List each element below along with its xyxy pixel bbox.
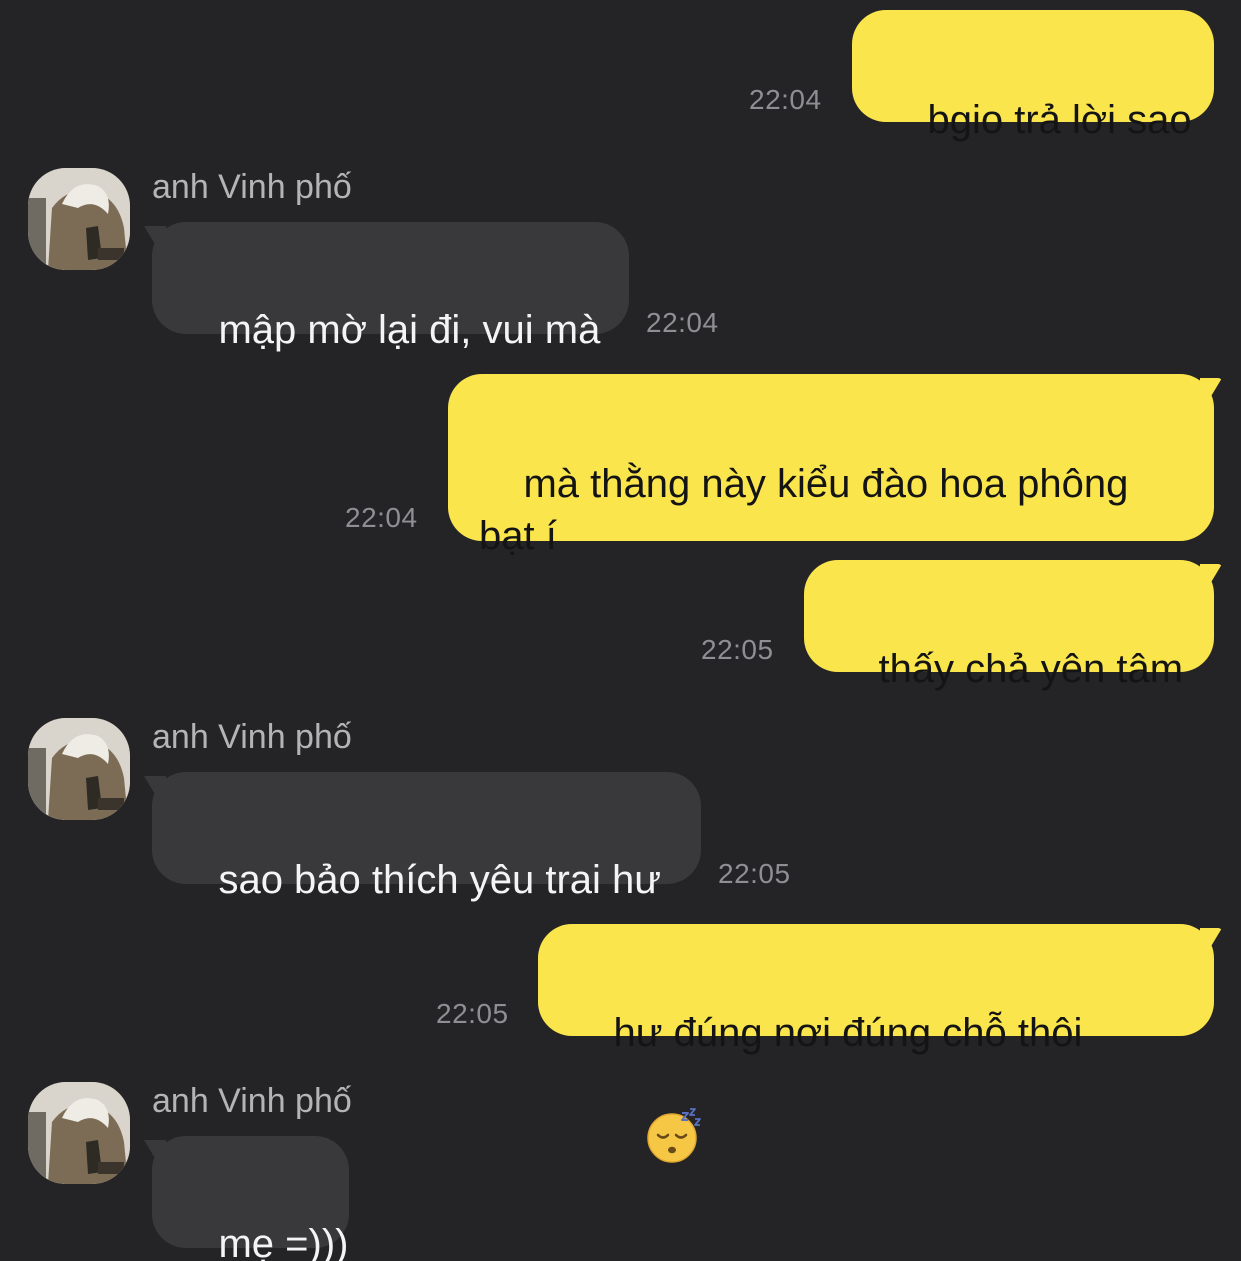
message-text: bgio trả lời sao bbox=[927, 98, 1192, 142]
message-text: mập mờ lại đi, vui mà bbox=[218, 308, 601, 352]
message-text: thấy chả yên tâm bbox=[878, 647, 1184, 691]
message-time: 22:04 bbox=[345, 502, 418, 533]
sender-name: anh Vinh phố bbox=[152, 1082, 352, 1120]
message-time: 22:04 bbox=[749, 84, 822, 115]
message-text: mẹ =))) bbox=[218, 1222, 349, 1261]
avatar-photo-icon bbox=[28, 1082, 130, 1184]
message-time: 22:04 bbox=[646, 307, 719, 338]
message-text: sao bảo thích yêu trai hư bbox=[218, 858, 662, 902]
message-bubble-outgoing[interactable]: hư đúng nơi đúng chỗ thôi bbox=[538, 924, 1214, 1163]
avatar[interactable] bbox=[28, 718, 130, 820]
message-bubble-incoming[interactable]: sao bảo thích yêu trai hư bbox=[152, 772, 701, 902]
chat-thread: 22:04 bgio trả lời sao anh Vinh phố mập … bbox=[0, 0, 1241, 1261]
message-bubble-outgoing[interactable]: thấy chả yên tâm bbox=[804, 560, 1214, 691]
message-time: 22:05 bbox=[701, 634, 774, 665]
message-time: 22:05 bbox=[718, 858, 791, 889]
sender-name: anh Vinh phố bbox=[152, 168, 352, 206]
message-bubble-outgoing[interactable]: bgio trả lời sao bbox=[852, 10, 1214, 142]
message-bubble-incoming[interactable]: mập mờ lại đi, vui mà bbox=[152, 222, 629, 352]
message-time: 22:05 bbox=[436, 998, 509, 1029]
message-text: hư đúng nơi đúng chỗ thôi bbox=[613, 1011, 1083, 1055]
message-bubble-outgoing[interactable]: mà thằng này kiểu đào hoa phông bạt í bbox=[448, 374, 1214, 558]
avatar-photo-icon bbox=[28, 168, 130, 270]
sender-name: anh Vinh phố bbox=[152, 718, 352, 756]
message-bubble-incoming[interactable]: mẹ =))) bbox=[152, 1136, 349, 1261]
sleeping-face-icon bbox=[579, 1055, 702, 1228]
avatar[interactable] bbox=[28, 1082, 130, 1184]
message-text: mà thằng này kiểu đào hoa phông bạt í bbox=[479, 462, 1129, 558]
avatar[interactable] bbox=[28, 168, 130, 270]
avatar-photo-icon bbox=[28, 718, 130, 820]
